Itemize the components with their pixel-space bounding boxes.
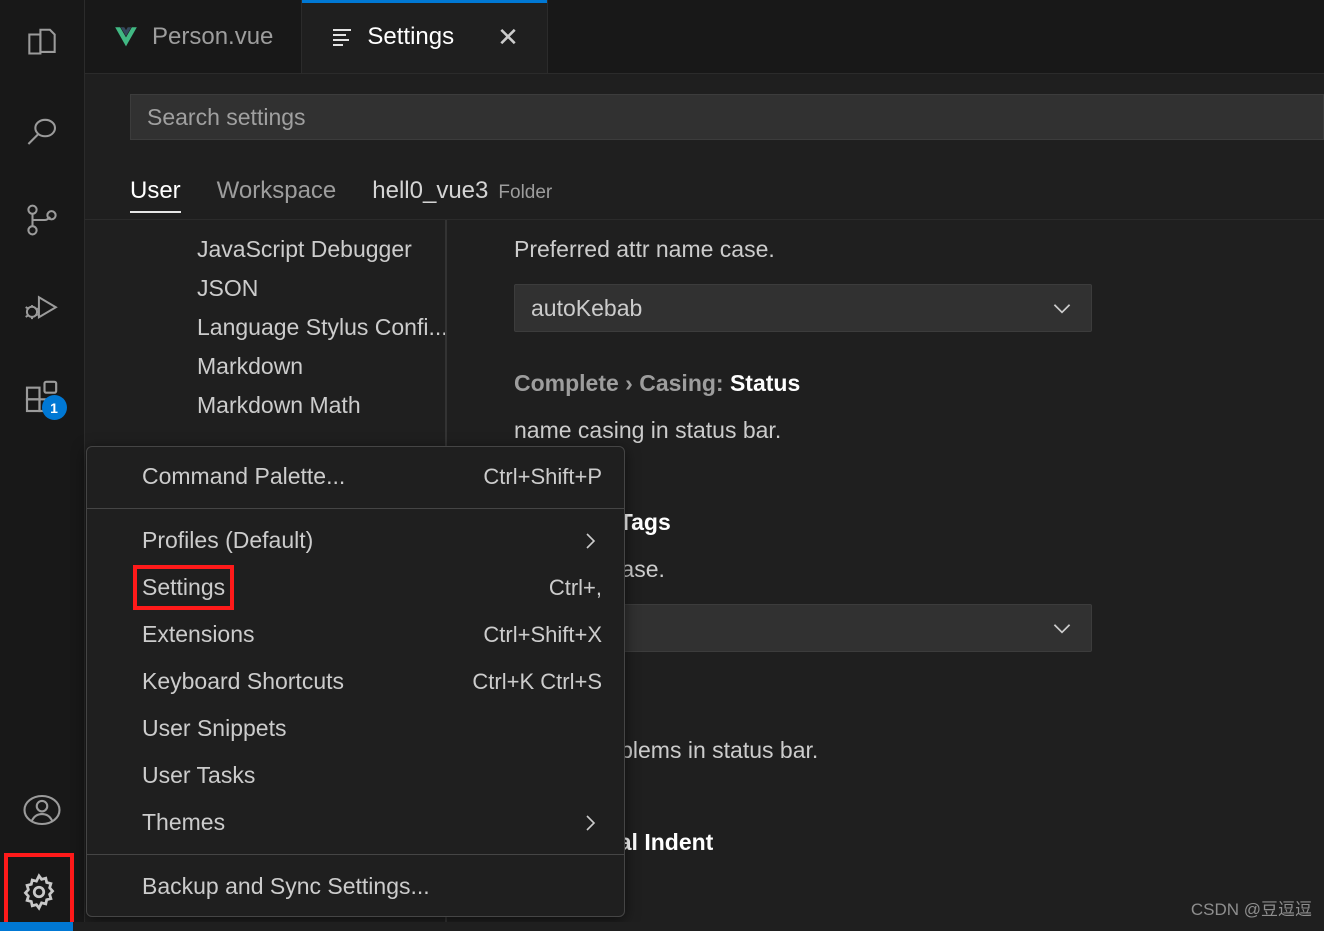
menu-item-label: Keyboard Shortcuts — [142, 668, 345, 694]
scope-tab-label: Workspace — [216, 177, 337, 204]
menu-item-label: Profiles (Default) — [142, 527, 314, 553]
tab-label: Settings — [367, 22, 455, 50]
setting-description: ag name case. — [514, 556, 665, 582]
setting-title-prefix: Complete › Casing: — [514, 370, 730, 396]
vue-icon — [113, 24, 139, 50]
chevron-down-icon — [1049, 615, 1075, 641]
menu-item-label: User Snippets — [142, 715, 287, 741]
menu-item-label: Themes — [142, 809, 226, 835]
setting-description: Preferred attr name case. — [514, 236, 775, 262]
gear-icon — [17, 870, 61, 914]
scope-tab-suffix: Folder — [498, 182, 553, 203]
settings-gap — [514, 465, 1324, 509]
manage-context-menu: Command Palette... Ctrl+Shift+P Profiles… — [86, 446, 625, 917]
scope-tab-label: User — [130, 177, 181, 204]
select-value: autoKebab — [531, 294, 643, 321]
tab-label: Person.vue — [152, 22, 274, 50]
files-icon — [23, 25, 61, 63]
menu-item-extensions[interactable]: Extensions Ctrl+Shift+X — [87, 611, 624, 658]
account-icon — [21, 789, 63, 831]
tab-person-vue[interactable]: Person.vue — [85, 0, 303, 73]
toc-item[interactable]: Markdown Math — [85, 386, 446, 425]
sidebar-item-run-and-debug[interactable] — [0, 264, 85, 352]
toc-item[interactable]: Markdown — [85, 347, 446, 386]
scope-tab-folder[interactable]: hell0_vue3 Folder — [354, 177, 570, 219]
settings-search-row: Search settings — [85, 74, 1324, 148]
scope-tab-user[interactable]: User — [130, 177, 199, 219]
vscode-window: 1 Person.vue Settings ✕ Search settings … — [0, 0, 1324, 931]
menu-item-label: Settings — [132, 565, 235, 610]
setting-title: cript: Initial Indent — [514, 829, 1324, 856]
setting-title: › Casing: Tags — [514, 509, 1324, 536]
menu-item-keybinding: Ctrl+Shift+X — [483, 621, 602, 647]
search-icon — [23, 113, 61, 151]
setting-row-casing-status: Complete › Casing: Status name casing in… — [514, 370, 1324, 447]
menu-separator — [87, 854, 624, 855]
menu-item-label: User Tasks — [142, 762, 256, 788]
menu-item-settings[interactable]: Settings Ctrl+, — [87, 564, 624, 611]
toc-item[interactable]: Language Stylus Confi... — [85, 308, 446, 347]
setting-row-problems-status: atus known problems in status bar. — [514, 690, 1324, 767]
chevron-right-icon — [578, 529, 602, 553]
toc-item[interactable]: JSON — [85, 269, 446, 308]
sidebar-item-search[interactable] — [0, 88, 85, 176]
settings-gap — [514, 785, 1324, 829]
sidebar-item-source-control[interactable] — [0, 176, 85, 264]
scope-tab-workspace[interactable]: Workspace — [199, 177, 355, 219]
menu-item-themes[interactable]: Themes — [87, 799, 624, 846]
menu-item-profiles[interactable]: Profiles (Default) — [87, 517, 624, 564]
settings-tab-icon — [330, 25, 354, 49]
menu-item-keybinding: Ctrl+, — [548, 574, 602, 600]
search-input[interactable]: Search settings — [130, 94, 1324, 140]
setting-description: name casing in status bar. — [514, 417, 782, 443]
menu-item-backup-and-sync-settings[interactable]: Backup and Sync Settings... — [87, 863, 624, 910]
setting-title-leaf: Tags — [618, 509, 671, 535]
setting-select-attr-name-case[interactable]: autoKebab — [514, 284, 1092, 332]
watermark: CSDN @豆逗逗 — [1190, 900, 1312, 919]
setting-row-casing-tags: › Casing: Tags ag name case. l — [514, 509, 1324, 652]
run-debug-icon — [22, 288, 62, 328]
menu-separator — [87, 508, 624, 509]
menu-item-user-snippets[interactable]: User Snippets — [87, 705, 624, 752]
close-icon[interactable]: ✕ — [497, 24, 519, 50]
status-bar-accent — [0, 922, 73, 931]
setting-row-attr-name-case: Preferred attr name case. autoKebab — [514, 232, 1324, 332]
scope-tab-label: hell0_vue3 — [372, 177, 489, 204]
tab-settings[interactable]: Settings ✕ — [302, 0, 548, 73]
sidebar-item-manage-settings[interactable] — [4, 853, 74, 931]
editor-tab-bar: Person.vue Settings ✕ — [85, 0, 1324, 74]
setting-description: known problems in status bar. — [514, 737, 819, 763]
extensions-badge: 1 — [41, 395, 67, 420]
chevron-down-icon — [1049, 295, 1075, 321]
sidebar-item-explorer[interactable] — [0, 0, 85, 88]
menu-item-command-palette[interactable]: Command Palette... Ctrl+Shift+P — [87, 453, 624, 500]
setting-title: Complete › Casing: Status — [514, 370, 1324, 397]
menu-item-keybinding: Ctrl+Shift+P — [483, 463, 602, 489]
sidebar-item-extensions[interactable]: 1 — [0, 352, 85, 440]
sidebar-item-account[interactable] — [0, 767, 85, 853]
settings-scope-tabs: User Workspace hell0_vue3 Folder — [85, 148, 1324, 220]
status-bar — [73, 922, 1324, 931]
menu-item-keyboard-shortcuts[interactable]: Keyboard Shortcuts Ctrl+K Ctrl+S — [87, 658, 624, 705]
menu-item-keybinding: Ctrl+K Ctrl+S — [472, 668, 602, 694]
search-placeholder: Search settings — [147, 103, 306, 130]
toc-item[interactable]: JavaScript Debugger — [85, 230, 446, 269]
setting-row-script-initial-indent: cript: Initial Indent — [514, 829, 1324, 856]
chevron-right-icon — [578, 811, 602, 835]
setting-title: atus — [514, 690, 1324, 717]
menu-item-user-tasks[interactable]: User Tasks — [87, 752, 624, 799]
menu-item-label: Extensions — [142, 621, 255, 647]
source-control-icon — [23, 201, 61, 239]
menu-item-label: Backup and Sync Settings... — [142, 873, 430, 899]
setting-title-leaf: Status — [729, 370, 801, 396]
menu-item-label: Command Palette... — [142, 463, 346, 489]
activity-bar: 1 — [0, 0, 85, 931]
